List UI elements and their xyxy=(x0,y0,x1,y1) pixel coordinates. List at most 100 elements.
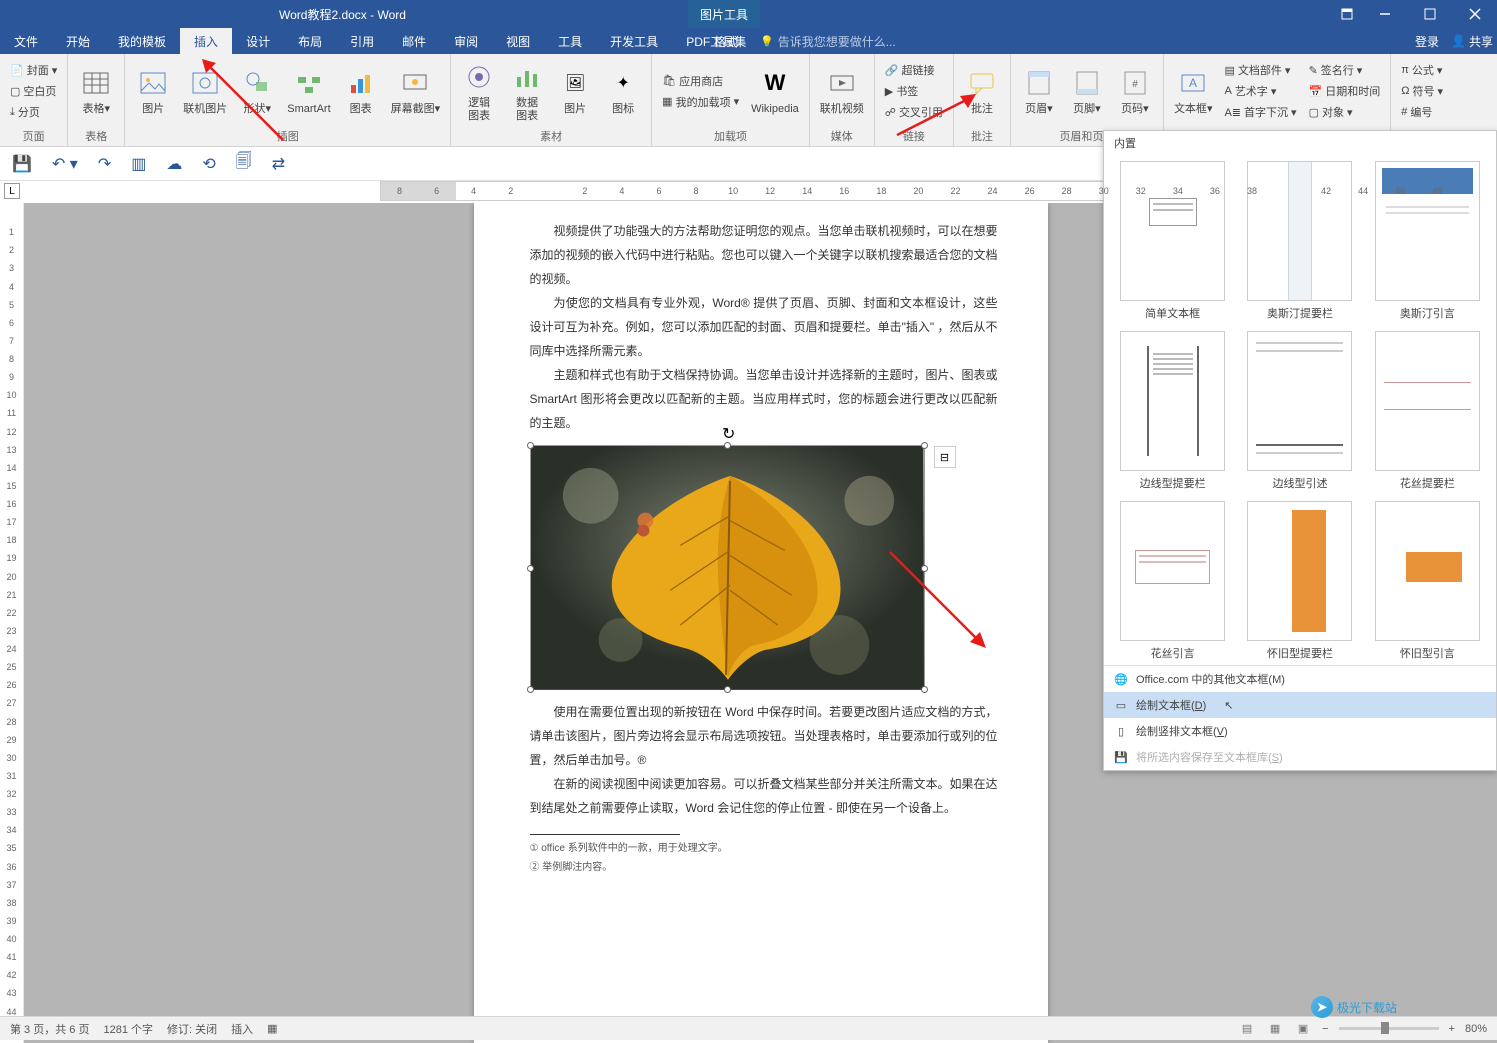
signature-button[interactable]: ✎ 签名行 ▾ xyxy=(1305,60,1385,80)
more-textboxes-item[interactable]: 🌐Office.com 中的其他文本框(M) xyxy=(1104,666,1496,692)
login-button[interactable]: 登录 xyxy=(1415,33,1439,50)
share-button[interactable]: 👤 共享 xyxy=(1451,33,1493,50)
chart-button[interactable]: 图表 xyxy=(339,63,383,118)
layout-options-icon[interactable]: ⊟ xyxy=(934,446,956,468)
web-layout-icon[interactable]: ▣ xyxy=(1294,1020,1312,1038)
print-layout-icon[interactable]: ▦ xyxy=(1266,1020,1284,1038)
shapes-button[interactable]: 形状▾ xyxy=(235,63,279,118)
pictures-button[interactable]: 图片 xyxy=(131,63,175,118)
paragraph[interactable]: 使用在需要位置出现的新按钮在 Word 中保存时间。若要更改图片适应文档的方式，… xyxy=(530,700,998,772)
tab-design[interactable]: 设计 xyxy=(232,28,284,54)
header-button[interactable]: 页眉▾ xyxy=(1017,63,1061,118)
undo-icon[interactable]: ↶ ▾ xyxy=(52,154,78,174)
tab-tools[interactable]: 工具 xyxy=(544,28,596,54)
macro-icon[interactable]: ▦ xyxy=(267,1022,277,1035)
tab-review[interactable]: 审阅 xyxy=(440,28,492,54)
resize-handle[interactable] xyxy=(527,686,534,693)
resize-handle[interactable] xyxy=(724,442,731,449)
page-status[interactable]: 第 3 页，共 6 页 xyxy=(10,1021,89,1037)
video-button[interactable]: 联机视频 xyxy=(816,63,868,118)
paragraph[interactable]: 视频提供了功能强大的方法帮助您证明您的观点。当您单击联机视频时，可以在想要添加的… xyxy=(530,219,998,291)
gallery-item[interactable]: 花丝引言 xyxy=(1114,501,1231,661)
redo-icon[interactable]: ↷ xyxy=(98,154,111,174)
tab-file[interactable]: 文件 xyxy=(0,28,52,54)
smartart-button[interactable]: SmartArt xyxy=(283,63,334,118)
page-number-button[interactable]: #页码▾ xyxy=(1113,63,1157,118)
zoom-in-icon[interactable]: + xyxy=(1449,1023,1455,1035)
save-icon[interactable]: 💾 xyxy=(12,154,32,174)
qat-icon-4[interactable]: 🗐 xyxy=(236,150,252,177)
qat-icon-1[interactable]: ▥ xyxy=(131,154,146,174)
tab-developer[interactable]: 开发工具 xyxy=(596,28,672,54)
screenshot-button[interactable]: 屏幕截图▾ xyxy=(387,63,445,118)
wikipedia-button[interactable]: WWikipedia xyxy=(747,63,803,118)
tab-home[interactable]: 开始 xyxy=(52,28,104,54)
zoom-slider[interactable] xyxy=(1339,1027,1439,1030)
gallery-item[interactable]: 奥斯汀提要栏 xyxy=(1241,161,1358,321)
footer-button[interactable]: 页脚▾ xyxy=(1065,63,1109,118)
symbol-button[interactable]: Ω 符号 ▾ xyxy=(1397,81,1447,101)
paragraph[interactable]: 在新的阅读视图中阅读更加容易。可以折叠文档某些部分并关注所需文本。如果在达到结尾… xyxy=(530,772,998,820)
track-changes-status[interactable]: 修订: 关闭 xyxy=(167,1021,217,1037)
textbox-button[interactable]: A文本框▾ xyxy=(1170,63,1217,118)
my-addins-button[interactable]: ▦ 我的加载项 ▾ xyxy=(658,92,743,112)
store-button[interactable]: 🛍 应用商店 xyxy=(658,71,743,91)
cover-page-button[interactable]: 📄 封面 ▾ xyxy=(6,60,61,80)
maximize-button[interactable] xyxy=(1407,0,1452,28)
ribbon-options-icon[interactable] xyxy=(1332,0,1362,28)
paragraph[interactable]: 主题和样式也有助于文档保持协调。当您单击设计并选择新的主题时，图片、图表或 Sm… xyxy=(530,363,998,435)
tab-layout[interactable]: 布局 xyxy=(284,28,336,54)
logic-chart-button[interactable]: 逻辑 图表 xyxy=(457,57,501,125)
footnote[interactable]: ① office 系列软件中的一款，用于处理文字。 xyxy=(530,839,998,854)
gallery-item[interactable]: 怀旧型提要栏 xyxy=(1241,501,1358,661)
gallery-item[interactable]: 简单文本框 xyxy=(1114,161,1231,321)
minimize-button[interactable] xyxy=(1362,0,1407,28)
datetime-button[interactable]: 📅 日期和时间 xyxy=(1305,81,1385,101)
gallery-item[interactable]: 怀旧型引言 xyxy=(1369,501,1486,661)
paragraph[interactable]: 为使您的文档具有专业外观，Word® 提供了页眉、页脚、封面和文本框设计，这些设… xyxy=(530,291,998,363)
blank-page-button[interactable]: ▢ 空白页 xyxy=(6,81,61,101)
hyperlink-button[interactable]: 🔗 超链接 xyxy=(881,60,947,80)
tab-mailings[interactable]: 邮件 xyxy=(388,28,440,54)
tell-me-input[interactable]: 告诉我您想要做什么... xyxy=(760,33,896,50)
footnote[interactable]: ② 举例脚注内容。 xyxy=(530,858,998,873)
online-pictures-button[interactable]: 联机图片 xyxy=(179,63,231,118)
rotate-handle[interactable]: ↻ xyxy=(722,424,732,434)
ai-picture-button[interactable]: 🖼图片 xyxy=(553,63,597,118)
selected-image[interactable]: ↻ ⊟ xyxy=(530,445,925,690)
qat-icon-2[interactable]: ☁ xyxy=(166,154,182,174)
gallery-item[interactable]: 花丝提要栏 xyxy=(1369,331,1486,491)
equation-button[interactable]: π 公式 ▾ xyxy=(1397,60,1447,80)
quick-parts-button[interactable]: ▤ 文档部件 ▾ xyxy=(1220,60,1300,80)
page-break-button[interactable]: ⤓ 分页 xyxy=(6,102,61,122)
number-button[interactable]: # 编号 xyxy=(1397,102,1447,122)
insert-mode[interactable]: 插入 xyxy=(231,1021,253,1037)
resize-handle[interactable] xyxy=(921,565,928,572)
read-mode-icon[interactable]: ▤ xyxy=(1238,1020,1256,1038)
tab-format[interactable]: 格式 xyxy=(700,28,752,54)
qat-icon-5[interactable]: ⇄ xyxy=(272,154,285,174)
gallery-item[interactable]: 奥斯汀引言 xyxy=(1369,161,1486,321)
comment-button[interactable]: 批注 xyxy=(960,63,1004,118)
tab-references[interactable]: 引用 xyxy=(336,28,388,54)
vertical-ruler[interactable]: 1234567891011121314151617181920212223242… xyxy=(0,203,24,1043)
tab-insert[interactable]: 插入 xyxy=(180,28,232,54)
resize-handle[interactable] xyxy=(527,565,534,572)
tab-templates[interactable]: 我的模板 xyxy=(104,28,180,54)
bookmark-button[interactable]: ▶ 书签 xyxy=(881,81,947,101)
resize-handle[interactable] xyxy=(921,686,928,693)
close-button[interactable] xyxy=(1452,0,1497,28)
zoom-out-icon[interactable]: − xyxy=(1322,1023,1328,1035)
object-button[interactable]: ▢ 对象 ▾ xyxy=(1305,102,1385,122)
draw-textbox-item[interactable]: ▭绘制文本框(D)↖ xyxy=(1104,692,1496,718)
table-button[interactable]: 表格▾ xyxy=(74,63,118,118)
resize-handle[interactable] xyxy=(527,442,534,449)
tab-selector[interactable]: L xyxy=(4,183,20,199)
resize-handle[interactable] xyxy=(921,442,928,449)
resize-handle[interactable] xyxy=(724,686,731,693)
drop-cap-button[interactable]: A≣ 首字下沉 ▾ xyxy=(1220,102,1300,122)
zoom-level[interactable]: 80% xyxy=(1465,1023,1487,1035)
gallery-item[interactable]: 边线型引述 xyxy=(1241,331,1358,491)
cross-ref-button[interactable]: ☍ 交叉引用 xyxy=(881,102,947,122)
draw-vertical-textbox-item[interactable]: ▯绘制竖排文本框(V) xyxy=(1104,718,1496,744)
